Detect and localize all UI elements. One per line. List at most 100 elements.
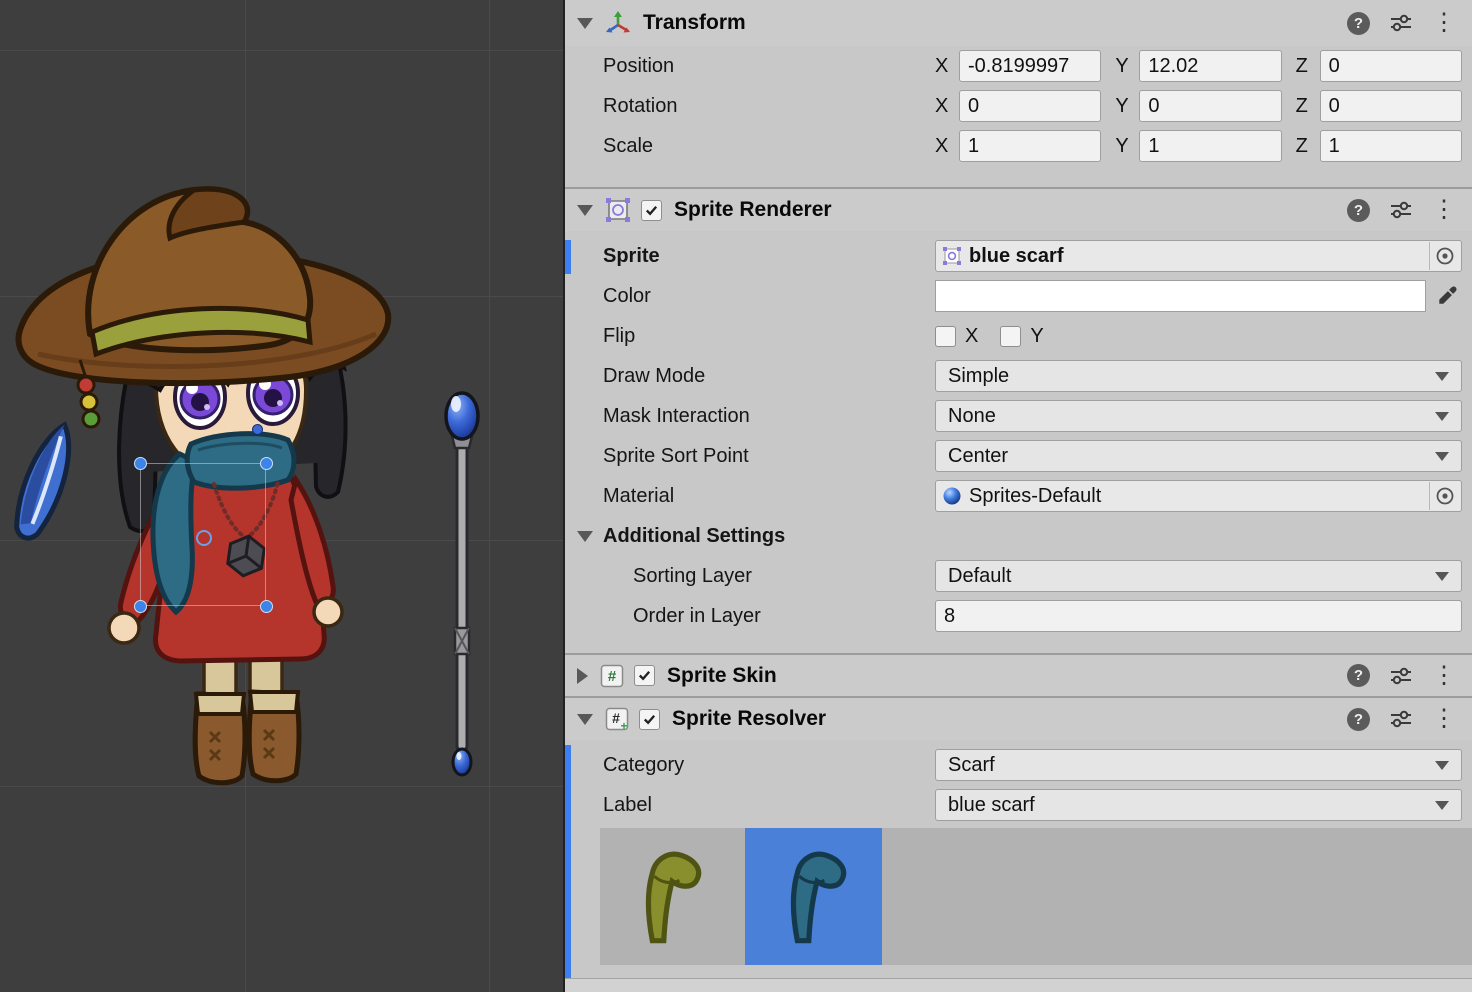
- scale-x-input[interactable]: [959, 130, 1101, 162]
- position-fields: X Y Z: [935, 50, 1462, 82]
- scene-view[interactable]: [0, 0, 563, 992]
- override-indicator-sprite: [565, 240, 571, 274]
- flip-y-label: Y: [1030, 325, 1043, 348]
- sprite-mini-icon: [942, 246, 962, 266]
- chevron-down-icon: [1435, 412, 1449, 421]
- thumbnail-blue-scarf-selected[interactable]: [745, 828, 882, 965]
- sorting-layer-value: Default: [948, 565, 1011, 588]
- enabled-checkbox[interactable]: [634, 665, 655, 686]
- material-object-name: Sprites-Default: [969, 485, 1101, 508]
- foldout-right-icon[interactable]: [577, 668, 588, 684]
- presets-icon[interactable]: [1390, 710, 1412, 728]
- color-row: Color: [565, 276, 1472, 316]
- axis-x-label: X: [935, 95, 959, 118]
- component-title: Sprite Resolver: [672, 707, 826, 731]
- object-picker-icon[interactable]: [1429, 242, 1459, 270]
- object-picker-icon[interactable]: [1429, 482, 1459, 510]
- axis-z-label: Z: [1296, 135, 1320, 158]
- kebab-menu-icon[interactable]: ⋮: [1432, 11, 1456, 35]
- transform-icon: [605, 10, 631, 36]
- help-icon[interactable]: ?: [1347, 199, 1370, 222]
- axis-x-label: X: [935, 135, 959, 158]
- flip-x-checkbox[interactable]: [935, 326, 956, 347]
- sprite-label: Sprite: [603, 245, 935, 268]
- foldout-down-icon[interactable]: [577, 18, 593, 29]
- position-y-input[interactable]: [1139, 50, 1281, 82]
- sprite-object-name: blue scarf: [969, 245, 1063, 268]
- material-object-field[interactable]: Sprites-Default: [935, 480, 1462, 512]
- color-swatch[interactable]: [935, 280, 1426, 312]
- draw-mode-value: Simple: [948, 365, 1009, 388]
- selection-handle[interactable]: [134, 600, 147, 613]
- component-title: Sprite Renderer: [674, 198, 832, 222]
- presets-icon[interactable]: [1390, 14, 1412, 32]
- kebab-menu-icon[interactable]: ⋮: [1432, 664, 1456, 688]
- pivot-gizmo[interactable]: [196, 530, 212, 546]
- presets-icon[interactable]: [1390, 201, 1412, 219]
- category-label: Category: [603, 754, 935, 777]
- sprite-pivot-dot[interactable]: [252, 424, 263, 435]
- sprite-sort-point-label: Sprite Sort Point: [603, 445, 935, 468]
- label-row: Label blue scarf: [565, 785, 1472, 825]
- selection-handle[interactable]: [260, 600, 273, 613]
- rotation-y-input[interactable]: [1139, 90, 1281, 122]
- category-value: Scarf: [948, 754, 995, 777]
- staff-sprite[interactable]: [436, 390, 488, 782]
- order-in-layer-row: Order in Layer: [565, 596, 1472, 636]
- script-icon: #: [600, 664, 624, 688]
- scale-z-input[interactable]: [1320, 130, 1462, 162]
- kebab-menu-icon[interactable]: ⋮: [1432, 198, 1456, 222]
- selection-handle[interactable]: [134, 457, 147, 470]
- flip-row: Flip X Y: [565, 316, 1472, 356]
- mask-interaction-row: Mask Interaction None: [565, 396, 1472, 436]
- help-icon[interactable]: ?: [1347, 708, 1370, 731]
- axis-x-label: X: [935, 55, 959, 78]
- chevron-down-icon: [1435, 572, 1449, 581]
- rotation-label: Rotation: [603, 95, 935, 118]
- label-dropdown[interactable]: blue scarf: [935, 789, 1462, 821]
- enabled-checkbox[interactable]: [639, 709, 660, 730]
- foldout-down-icon[interactable]: [577, 531, 593, 542]
- foldout-down-icon[interactable]: [577, 714, 593, 725]
- material-sphere-icon: [942, 486, 962, 506]
- mask-interaction-dropdown[interactable]: None: [935, 400, 1462, 432]
- foldout-down-icon[interactable]: [577, 205, 593, 216]
- script-hash-glyph: #: [608, 668, 617, 685]
- sprite-resolver-header: #+ Sprite Resolver ? ⋮: [565, 698, 1472, 740]
- scale-row: Scale X Y Z: [565, 126, 1472, 166]
- flip-x-label: X: [965, 325, 978, 348]
- sprite-object-field[interactable]: blue scarf: [935, 240, 1462, 272]
- eyedropper-icon[interactable]: [1432, 281, 1462, 311]
- draw-mode-row: Draw Mode Simple: [565, 356, 1472, 396]
- scale-y-input[interactable]: [1139, 130, 1281, 162]
- additional-settings-label: Additional Settings: [603, 525, 909, 548]
- thumbnail-green-scarf[interactable]: [600, 828, 737, 965]
- category-dropdown[interactable]: Scarf: [935, 749, 1462, 781]
- material-label: Material: [603, 485, 935, 508]
- selection-handle[interactable]: [260, 457, 273, 470]
- flip-y-checkbox[interactable]: [1000, 326, 1021, 347]
- help-icon[interactable]: ?: [1347, 664, 1370, 687]
- enabled-checkbox[interactable]: [641, 200, 662, 221]
- sprite-sort-point-row: Sprite Sort Point Center: [565, 436, 1472, 476]
- order-in-layer-input[interactable]: [935, 600, 1462, 632]
- plus-badge-glyph: +: [620, 719, 627, 731]
- sorting-layer-dropdown[interactable]: Default: [935, 560, 1462, 592]
- help-icon[interactable]: ?: [1347, 12, 1370, 35]
- presets-icon[interactable]: [1390, 667, 1412, 685]
- rotation-x-input[interactable]: [959, 90, 1101, 122]
- position-x-input[interactable]: [959, 50, 1101, 82]
- kebab-menu-icon[interactable]: ⋮: [1432, 707, 1456, 731]
- axis-z-label: Z: [1296, 95, 1320, 118]
- axis-z-label: Z: [1296, 55, 1320, 78]
- draw-mode-dropdown[interactable]: Simple: [935, 360, 1462, 392]
- sprite-sort-point-dropdown[interactable]: Center: [935, 440, 1462, 472]
- position-z-input[interactable]: [1320, 50, 1462, 82]
- additional-settings-row: Additional Settings: [565, 516, 1472, 556]
- rotation-z-input[interactable]: [1320, 90, 1462, 122]
- axis-y-label: Y: [1115, 135, 1139, 158]
- scale-fields: X Y Z: [935, 130, 1462, 162]
- script-plus-icon: #+: [605, 707, 629, 731]
- inspector-bottom-strip: [565, 978, 1472, 992]
- sprite-variant-panel: [600, 828, 1472, 965]
